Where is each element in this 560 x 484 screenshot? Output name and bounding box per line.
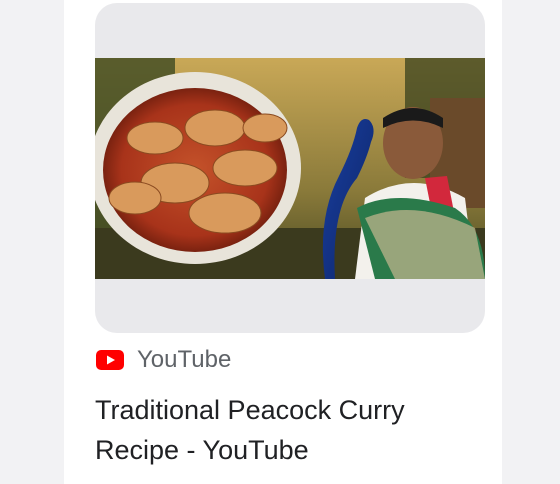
result-title-link[interactable]: Traditional Peacock Curry Recipe - YouTu…: [95, 395, 405, 465]
source-name: YouTube: [137, 346, 232, 373]
result-title: Traditional Peacock Curry Recipe - YouTu…: [95, 390, 495, 470]
source-row[interactable]: YouTube: [96, 344, 231, 376]
video-thumbnail-card[interactable]: [95, 3, 485, 333]
video-thumbnail-image[interactable]: [95, 58, 485, 279]
youtube-logo-icon: [96, 350, 124, 370]
